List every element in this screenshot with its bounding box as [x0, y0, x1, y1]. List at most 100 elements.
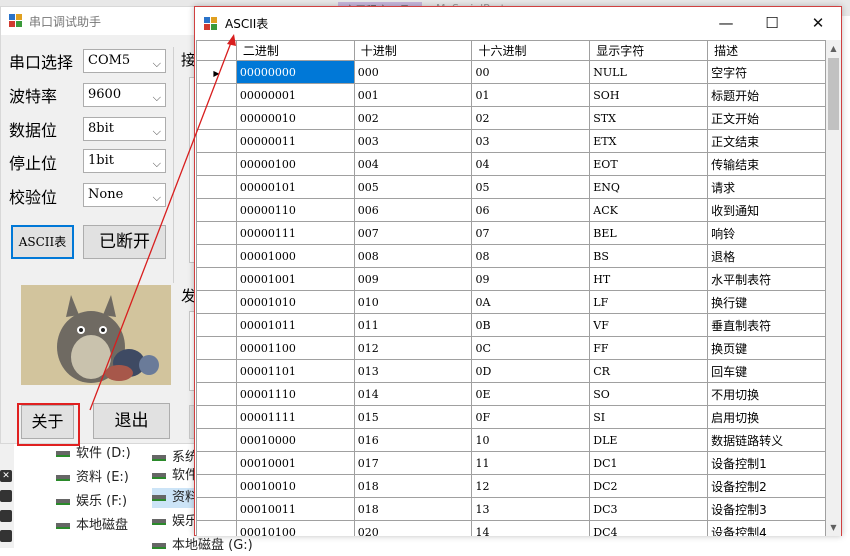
binary-cell[interactable]: 00001101 [235, 359, 355, 383]
decimal-cell[interactable]: 003 [353, 129, 473, 153]
char-cell[interactable]: STX [589, 106, 709, 130]
table-row[interactable]: 00000010 002 02 STX 正文开始 [196, 106, 826, 130]
hex-cell[interactable]: 0E [471, 382, 591, 406]
decimal-cell[interactable]: 015 [353, 405, 473, 429]
row-header[interactable] [196, 175, 237, 199]
table-row[interactable]: 00001010 010 0A LF 换行键 [196, 290, 826, 314]
table-row[interactable]: 00000100 004 04 EOT 传输结束 [196, 152, 826, 176]
table-row[interactable]: 00001100 012 0C FF 换页键 [196, 336, 826, 360]
binary-cell[interactable]: 00000100 [235, 152, 355, 176]
binary-cell[interactable]: 00001001 [235, 267, 355, 291]
binary-cell[interactable]: 00001011 [235, 313, 355, 337]
row-header[interactable] [196, 313, 237, 337]
table-row[interactable]: 00001001 009 09 HT 水平制表符 [196, 267, 826, 291]
parity-select[interactable]: None ⌵ [83, 183, 166, 207]
ascii-datagrid[interactable]: 二进制 十进制 十六进制 显示字符 描述 ▶ 00000000 000 00 NULL 空… [196, 40, 826, 536]
char-cell[interactable]: ACK [589, 198, 709, 222]
row-header[interactable] [196, 382, 237, 406]
binary-cell[interactable]: 00010011 [235, 497, 355, 521]
row-header[interactable] [196, 405, 237, 429]
hex-cell[interactable]: 06 [471, 198, 591, 222]
serial-assistant-titlebar[interactable]: 串口调试助手 [1, 7, 199, 35]
minimize-button[interactable]: — [703, 7, 749, 39]
table-row[interactable]: 00000001 001 01 SOH 标题开始 [196, 83, 826, 107]
hex-cell[interactable]: 0B [471, 313, 591, 337]
row-header[interactable] [196, 474, 237, 498]
hex-cell[interactable]: 08 [471, 244, 591, 268]
table-row[interactable]: 00000110 006 06 ACK 收到通知 [196, 198, 826, 222]
decimal-cell[interactable]: 001 [353, 83, 473, 107]
table-row[interactable]: 00010100 020 14 DC4 设备控制4 [196, 520, 826, 536]
row-header[interactable] [196, 520, 237, 536]
row-header[interactable] [196, 451, 237, 475]
char-cell[interactable]: DC1 [589, 451, 709, 475]
maximize-button[interactable]: ☐ [749, 7, 795, 39]
description-cell[interactable]: 空字符 [707, 60, 826, 84]
column-header-binary[interactable]: 二进制 [235, 40, 355, 61]
decimal-cell[interactable]: 020 [353, 520, 473, 536]
binary-cell[interactable]: 00010000 [235, 428, 355, 452]
table-row[interactable]: ▶ 00000000 000 00 NULL 空字符 [196, 60, 826, 84]
baud-select[interactable]: 9600 ⌵ [83, 83, 166, 107]
row-header[interactable] [196, 129, 237, 153]
binary-cell[interactable]: 00010010 [235, 474, 355, 498]
char-cell[interactable]: BEL [589, 221, 709, 245]
drive-item[interactable]: 娱乐 (F:) [56, 492, 127, 512]
binary-cell[interactable]: 00000011 [235, 129, 355, 153]
connection-toggle-button[interactable]: 已断开 [83, 225, 166, 259]
row-header[interactable] [196, 83, 237, 107]
decimal-cell[interactable]: 008 [353, 244, 473, 268]
char-cell[interactable]: VF [589, 313, 709, 337]
binary-cell[interactable]: 00001100 [235, 336, 355, 360]
vertical-scrollbar[interactable]: ▲ ▼ [826, 40, 841, 536]
decimal-cell[interactable]: 014 [353, 382, 473, 406]
binary-cell[interactable]: 00000001 [235, 83, 355, 107]
scrollbar-thumb[interactable] [828, 58, 839, 130]
table-row[interactable]: 00001110 014 0E SO 不用切换 [196, 382, 826, 406]
binary-cell[interactable]: 00000000 [235, 60, 355, 84]
decimal-cell[interactable]: 017 [353, 451, 473, 475]
hex-cell[interactable]: 0D [471, 359, 591, 383]
description-cell[interactable]: 正文开始 [707, 106, 826, 130]
decimal-cell[interactable]: 010 [353, 290, 473, 314]
decimal-cell[interactable]: 000 [353, 60, 473, 84]
table-row[interactable]: 00010000 016 10 DLE 数据链路转义 [196, 428, 826, 452]
hex-cell[interactable]: 07 [471, 221, 591, 245]
drive-item[interactable]: 本地磁盘 [56, 516, 128, 536]
description-cell[interactable]: 设备控制2 [707, 474, 826, 498]
hex-cell[interactable]: 13 [471, 497, 591, 521]
char-cell[interactable]: DLE [589, 428, 709, 452]
description-cell[interactable]: 设备控制1 [707, 451, 826, 475]
description-cell[interactable]: 垂直制表符 [707, 313, 826, 337]
binary-cell[interactable]: 00001111 [235, 405, 355, 429]
description-cell[interactable]: 退格 [707, 244, 826, 268]
hex-cell[interactable]: 02 [471, 106, 591, 130]
binary-cell[interactable]: 00000101 [235, 175, 355, 199]
table-row[interactable]: 00001111 015 0F SI 启用切换 [196, 405, 826, 429]
decimal-cell[interactable]: 011 [353, 313, 473, 337]
description-cell[interactable]: 正文结束 [707, 129, 826, 153]
description-cell[interactable]: 启用切换 [707, 405, 826, 429]
decimal-cell[interactable]: 004 [353, 152, 473, 176]
char-cell[interactable]: FF [589, 336, 709, 360]
decimal-cell[interactable]: 018 [353, 497, 473, 521]
decimal-cell[interactable]: 002 [353, 106, 473, 130]
binary-cell[interactable]: 00001010 [235, 290, 355, 314]
drive-item[interactable]: 本地磁盘 (G:) [152, 536, 253, 556]
ascii-window-titlebar[interactable]: ASCII表 — ☐ ✕ [195, 7, 841, 39]
row-header[interactable] [196, 106, 237, 130]
row-header[interactable] [196, 359, 237, 383]
drive-item[interactable]: 资料 (E:) [56, 468, 129, 488]
hex-cell[interactable]: 04 [471, 152, 591, 176]
char-cell[interactable]: HT [589, 267, 709, 291]
table-row[interactable]: 00010011 018 13 DC3 设备控制3 [196, 497, 826, 521]
column-header-char[interactable]: 显示字符 [589, 40, 709, 61]
description-cell[interactable]: 设备控制3 [707, 497, 826, 521]
decimal-cell[interactable]: 005 [353, 175, 473, 199]
drive-item[interactable]: 娱乐 [152, 512, 198, 532]
decimal-cell[interactable]: 018 [353, 474, 473, 498]
exit-button[interactable]: 退出 [93, 403, 170, 439]
char-cell[interactable]: EOT [589, 152, 709, 176]
hex-cell[interactable]: 12 [471, 474, 591, 498]
binary-cell[interactable]: 00000111 [235, 221, 355, 245]
